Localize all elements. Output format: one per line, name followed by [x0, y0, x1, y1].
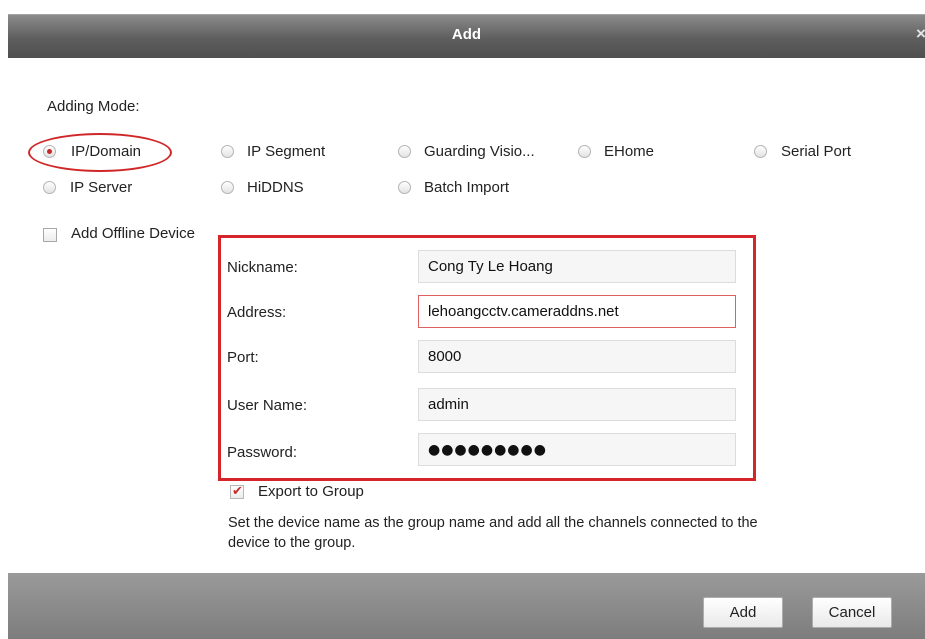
radio-ip-server[interactable] [43, 181, 56, 194]
radio-hiddns[interactable] [221, 181, 234, 194]
address-field[interactable] [418, 295, 736, 328]
dialog-title: Add [451, 26, 482, 43]
radio-label-guarding-vision[interactable]: Guarding Visio... [424, 143, 535, 160]
username-label: User Name: [227, 397, 308, 414]
export-description: Set the device name as the group name an… [228, 515, 758, 551]
password-field[interactable] [418, 433, 736, 466]
radio-batch-import[interactable] [398, 181, 411, 194]
nickname-field[interactable] [418, 250, 736, 283]
export-to-group-checkbox[interactable]: ✔ [230, 483, 244, 499]
radio-label-ehome[interactable]: EHome [604, 143, 654, 160]
radio-ip-segment[interactable] [221, 145, 234, 158]
radio-ehome[interactable] [578, 145, 591, 158]
checkmark-icon: ✔ [232, 483, 243, 498]
password-label: Password: [227, 444, 298, 461]
radio-guarding-vision[interactable] [398, 145, 411, 158]
port-label: Port: [227, 349, 259, 366]
radio-label-hiddns[interactable]: HiDDNS [247, 179, 304, 196]
offline-device-label[interactable]: Add Offline Device [71, 225, 195, 242]
radio-serial-port[interactable] [754, 145, 767, 158]
port-field[interactable] [418, 340, 736, 373]
radio-label-ip-domain[interactable]: IP/Domain [71, 143, 141, 160]
offline-device-checkbox[interactable] [43, 228, 57, 242]
close-icon[interactable]: × [916, 24, 925, 44]
username-field[interactable] [418, 388, 736, 421]
export-to-group-label[interactable]: Export to Group [258, 483, 364, 500]
add-button[interactable]: Add [703, 597, 783, 628]
address-label: Address: [227, 304, 287, 321]
title-bar: Add × [8, 14, 925, 58]
radio-ip-domain[interactable] [43, 145, 56, 158]
nickname-label: Nickname: [227, 259, 298, 276]
radio-label-serial-port[interactable]: Serial Port [781, 143, 851, 160]
radio-label-ip-server[interactable]: IP Server [70, 179, 132, 196]
radio-label-ip-segment[interactable]: IP Segment [247, 143, 325, 160]
add-device-dialog: Add × Adding Mode: IP/Domain IP Segment … [0, 0, 925, 639]
dialog-footer [8, 573, 925, 639]
cancel-button[interactable]: Cancel [812, 597, 892, 628]
radio-label-batch-import[interactable]: Batch Import [424, 179, 509, 196]
adding-mode-label: Adding Mode: [47, 98, 140, 115]
